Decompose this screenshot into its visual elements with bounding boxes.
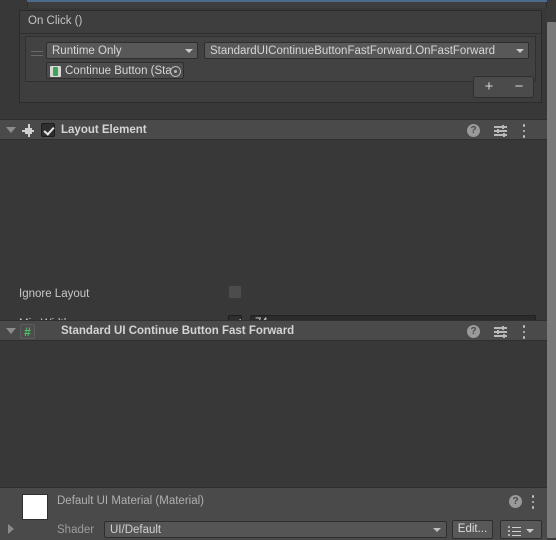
target-object-field[interactable]: Continue Button (Sta: [46, 62, 184, 79]
layout-element-enabled-checkbox[interactable]: [41, 123, 55, 137]
help-icon[interactable]: ?: [467, 325, 480, 338]
context-menu-icon[interactable]: [522, 124, 526, 138]
foldout-arrow-icon[interactable]: [6, 328, 16, 334]
layout-element-header[interactable]: Layout Element ?: [0, 119, 547, 140]
material-preview-panel: Default UI Material (Material) Shader UI…: [0, 487, 547, 540]
method-dropdown[interactable]: StandardUIContinueButtonFastForward.OnFa…: [204, 42, 529, 59]
material-header-icon-group: ?: [509, 495, 539, 509]
fast-forward-header[interactable]: # Standard UI Continue Button Fast Forwa…: [0, 320, 547, 341]
layout-element-icon: [21, 124, 35, 137]
row-label-ignore-layout: Ignore Layout: [19, 288, 90, 300]
fast-forward-title: Standard UI Continue Button Fast Forward: [61, 325, 295, 337]
checkbox-ignore-layout[interactable]: [228, 285, 242, 299]
runtime-mode-value: Runtime Only: [52, 45, 122, 57]
material-title: Default UI Material (Material): [57, 495, 204, 507]
method-value: StandardUIContinueButtonFastForward.OnFa…: [210, 45, 496, 57]
help-icon[interactable]: ?: [467, 124, 480, 137]
selection-highlight-line: [27, 0, 547, 2]
preset-icon[interactable]: [494, 326, 508, 338]
shader-value: UI/Default: [110, 524, 162, 536]
chevron-down-icon: [185, 49, 193, 53]
script-icon: #: [20, 324, 35, 339]
vertical-scrollbar-thumb[interactable]: [547, 22, 556, 538]
runtime-mode-dropdown[interactable]: Runtime Only: [46, 42, 198, 59]
material-swatch: [22, 494, 48, 520]
layout-element-body: Ignore Layout Min Width 74 Min Height 24…: [0, 140, 547, 452]
context-menu-icon[interactable]: [522, 325, 526, 339]
remove-listener-button[interactable]: −: [505, 79, 533, 96]
add-remove-button-group: + −: [473, 76, 534, 98]
context-menu-icon[interactable]: [531, 495, 535, 509]
header-icon-group: ?: [467, 124, 539, 138]
add-listener-button[interactable]: +: [475, 79, 503, 96]
header-icon-group: ?: [467, 325, 539, 339]
layout-element-title: Layout Element: [61, 124, 147, 136]
list-icon: [508, 526, 521, 536]
object-picker-icon[interactable]: [170, 66, 181, 77]
material-foldout-arrow-icon[interactable]: [8, 524, 14, 534]
chevron-down-icon: [526, 529, 534, 533]
top-strip-inner: [27, 2, 547, 8]
shader-label: Shader: [57, 524, 95, 536]
prefab-icon: [50, 66, 61, 77]
on-click-title: On Click (): [28, 15, 83, 27]
preset-icon[interactable]: [494, 125, 508, 137]
on-click-event-block: On Click () Runtime Only StandardUIConti…: [19, 10, 542, 103]
chevron-down-icon: [516, 49, 524, 53]
help-icon[interactable]: ?: [509, 495, 522, 508]
shader-options-button[interactable]: [500, 520, 542, 539]
edit-shader-button[interactable]: Edit...: [452, 520, 493, 539]
target-object-value: Continue Button (Sta: [65, 65, 172, 77]
shader-dropdown[interactable]: UI/Default: [104, 521, 447, 538]
vertical-scrollbar-track[interactable]: [547, 0, 556, 540]
fast-forward-body: Script StandardUIContinueButtonFastForwa…: [0, 341, 547, 487]
drag-handle-icon[interactable]: [31, 51, 43, 57]
unity-inspector-panel: On Click () Runtime Only StandardUIConti…: [0, 0, 556, 540]
chevron-down-icon: [433, 528, 441, 532]
event-entry-row: Runtime Only StandardUIContinueButtonFas…: [25, 36, 536, 82]
foldout-arrow-icon[interactable]: [6, 127, 16, 133]
on-click-divider: [20, 33, 541, 34]
